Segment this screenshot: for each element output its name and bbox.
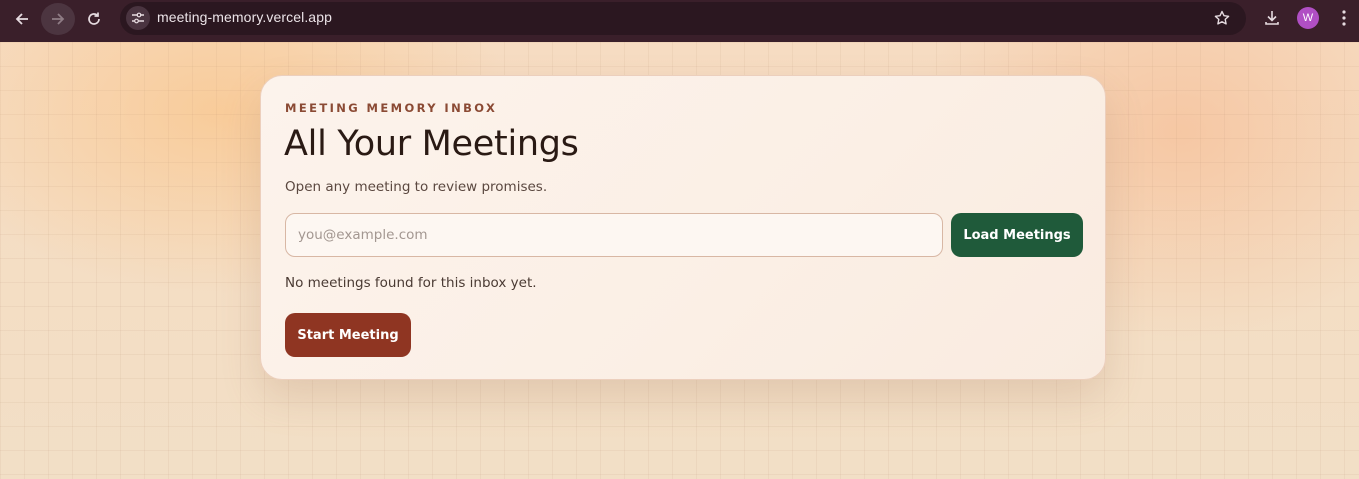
downloads-button[interactable] — [1261, 7, 1283, 29]
empty-state-message: No meetings found for this inbox yet. — [285, 275, 537, 291]
browser-toolbar: meeting-memory.vercel.app W — [0, 0, 1359, 42]
card-eyebrow: MEETING MEMORY INBOX — [285, 101, 498, 115]
forward-button[interactable] — [41, 3, 75, 35]
page-title: All Your Meetings — [284, 124, 579, 164]
page-background: MEETING MEMORY INBOX All Your Meetings O… — [0, 42, 1359, 479]
arrow-left-icon — [15, 13, 28, 25]
start-meeting-button[interactable]: Start Meeting — [285, 313, 411, 357]
email-input[interactable] — [285, 213, 943, 257]
load-meetings-button[interactable]: Load Meetings — [951, 213, 1083, 257]
reload-button[interactable] — [77, 3, 111, 35]
back-button[interactable] — [5, 3, 39, 35]
tune-icon — [132, 12, 144, 24]
bookmark-button[interactable] — [1211, 7, 1233, 29]
star-icon — [1214, 10, 1230, 25]
meetings-card: MEETING MEMORY INBOX All Your Meetings O… — [260, 75, 1106, 380]
reload-icon — [88, 12, 100, 25]
download-icon — [1265, 11, 1279, 25]
browser-menu-button[interactable] — [1334, 7, 1354, 29]
arrow-right-icon — [52, 13, 65, 25]
profile-avatar[interactable]: W — [1297, 7, 1319, 29]
page-subtitle: Open any meeting to review promises. — [285, 179, 548, 195]
url-text[interactable]: meeting-memory.vercel.app — [157, 9, 332, 25]
site-info-button[interactable] — [126, 6, 150, 30]
more-vertical-icon — [1342, 10, 1346, 26]
